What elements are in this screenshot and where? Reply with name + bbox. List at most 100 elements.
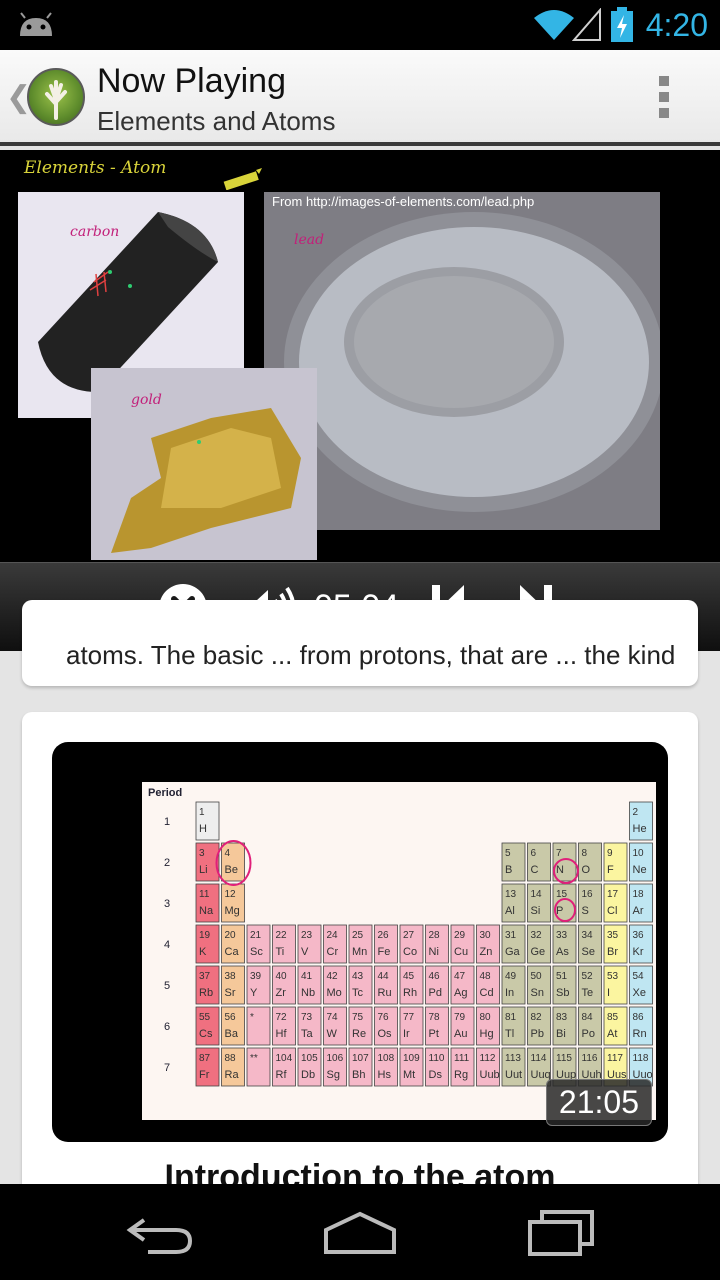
- element-symbol: Tc: [352, 987, 364, 999]
- element-symbol: Be: [225, 864, 238, 876]
- element-symbol: Ta: [301, 1028, 314, 1040]
- element-number: 45: [403, 971, 415, 982]
- video-duration: 21:05: [545, 1079, 652, 1126]
- element-symbol: Hs: [378, 1069, 392, 1081]
- element-symbol: Mo: [327, 987, 342, 999]
- element-symbol: K: [199, 946, 207, 958]
- element-number: 52: [582, 971, 594, 982]
- element-number: 114: [531, 1053, 547, 1064]
- element-number: 87: [199, 1053, 211, 1064]
- element-symbol: He: [633, 823, 647, 835]
- element-number: 76: [378, 1012, 390, 1023]
- element-number: 20: [225, 930, 237, 941]
- element-symbol: Mg: [225, 905, 240, 917]
- element-symbol: Rb: [199, 987, 213, 999]
- pencil-icon: [223, 168, 262, 190]
- element-symbol: At: [607, 1028, 617, 1040]
- element-symbol: Ge: [531, 946, 546, 958]
- video-thumbnail[interactable]: Period 1 2 3 4 5 6 7 1 H 2 He 3 Li 4 Be 5 B 6 C 7 N 8 O 9 F 10 Ne 11…: [52, 742, 668, 1142]
- element-symbol: Cd: [480, 987, 494, 999]
- recents-icon[interactable]: [526, 1208, 598, 1258]
- signal-icon: [572, 8, 601, 41]
- element-number: 104: [276, 1053, 293, 1064]
- element-number: 111: [454, 1053, 470, 1064]
- element-number: 56: [225, 1012, 237, 1023]
- element-number: 17: [607, 889, 619, 900]
- element-symbol: Pb: [531, 1028, 544, 1040]
- home-icon[interactable]: [322, 1208, 398, 1258]
- element-number: 41: [301, 971, 313, 982]
- element-number: 13: [505, 889, 517, 900]
- video-card[interactable]: Period 1 2 3 4 5 6 7 1 H 2 He 3 Li 4 Be 5 B 6 C 7 N 8 O 9 F 10 Ne 11…: [22, 712, 698, 1232]
- element-symbol: Pt: [429, 1028, 439, 1040]
- element-number: 8: [582, 848, 588, 859]
- video-player[interactable]: Elements - Atom carbon From http://image…: [0, 150, 720, 562]
- element-number: 10: [633, 848, 645, 859]
- element-number: 27: [403, 930, 415, 941]
- status-clock: 4:20: [645, 7, 708, 43]
- android-icon: [20, 12, 52, 36]
- element-symbol: Ti: [276, 946, 285, 958]
- element-number: 88: [225, 1053, 237, 1064]
- element-symbol: As: [556, 946, 569, 958]
- element-number: 3: [199, 848, 205, 859]
- element-number: 32: [531, 930, 543, 941]
- element-symbol: Sn: [531, 987, 544, 999]
- element-number: 22: [276, 930, 288, 941]
- element-number: 79: [454, 1012, 466, 1023]
- element-number: 78: [429, 1012, 441, 1023]
- element-number: 117: [607, 1053, 623, 1064]
- element-symbol: Uut: [505, 1069, 522, 1081]
- element-number: 107: [352, 1053, 369, 1064]
- element-symbol: Co: [403, 946, 417, 958]
- back-icon[interactable]: [124, 1208, 196, 1258]
- overflow-menu-icon[interactable]: [654, 76, 674, 120]
- element-number: 4: [225, 848, 231, 859]
- element-symbol: Br: [607, 946, 618, 958]
- previous-video-card[interactable]: atoms. The basic ... from protons, that …: [22, 600, 698, 686]
- element-symbol: C: [531, 864, 539, 876]
- periodic-table: Period 1 2 3 4 5 6 7 1 H 2 He 3 Li 4 Be 5 B 6 C 7 N 8 O 9 F 10 Ne 11…: [142, 782, 656, 1120]
- element-number: 116: [582, 1053, 598, 1064]
- element-symbol: Au: [454, 1028, 467, 1040]
- element-number: 106: [327, 1053, 344, 1064]
- element-symbol: Ni: [429, 946, 439, 958]
- app-logo[interactable]: [27, 68, 85, 126]
- element-symbol: Fr: [199, 1069, 210, 1081]
- element-symbol: Hf: [276, 1028, 288, 1040]
- element-symbol: Db: [301, 1069, 315, 1081]
- element-symbol: Ne: [633, 864, 647, 876]
- element-number: 85: [607, 1012, 619, 1023]
- element-symbol: Bh: [352, 1069, 365, 1081]
- element-symbol: Li: [199, 864, 208, 876]
- element-number: 55: [199, 1012, 211, 1023]
- element-number: 109: [403, 1053, 420, 1064]
- element-symbol: V: [301, 946, 309, 958]
- period-number: 5: [164, 980, 170, 992]
- period-number: 3: [164, 898, 170, 910]
- element-number: 86: [633, 1012, 645, 1023]
- element-symbol: Ar: [633, 905, 644, 917]
- status-bar: 4:20: [0, 0, 720, 50]
- element-number: 44: [378, 971, 390, 982]
- element-symbol: Rg: [454, 1069, 468, 1081]
- lead-label: lead: [294, 232, 325, 248]
- element-number: 2: [633, 807, 639, 818]
- element-symbol: Zr: [276, 987, 287, 999]
- element-symbol: Fe: [378, 946, 391, 958]
- element-number: 118: [633, 1053, 649, 1064]
- element-number: 39: [250, 971, 262, 982]
- element-number: 113: [505, 1053, 521, 1064]
- element-symbol: O: [582, 864, 591, 876]
- element-symbol: Pd: [429, 987, 442, 999]
- element-symbol: Bi: [556, 1028, 566, 1040]
- element-number: 9: [607, 848, 613, 859]
- element-number: 115: [556, 1053, 572, 1064]
- element-number: 75: [352, 1012, 364, 1023]
- element-number: 7: [556, 848, 562, 859]
- element-number: 24: [327, 930, 339, 941]
- element-symbol: Nb: [301, 987, 315, 999]
- element-symbol: Ds: [429, 1069, 443, 1081]
- element-number: 54: [633, 971, 645, 982]
- element-number: 53: [607, 971, 619, 982]
